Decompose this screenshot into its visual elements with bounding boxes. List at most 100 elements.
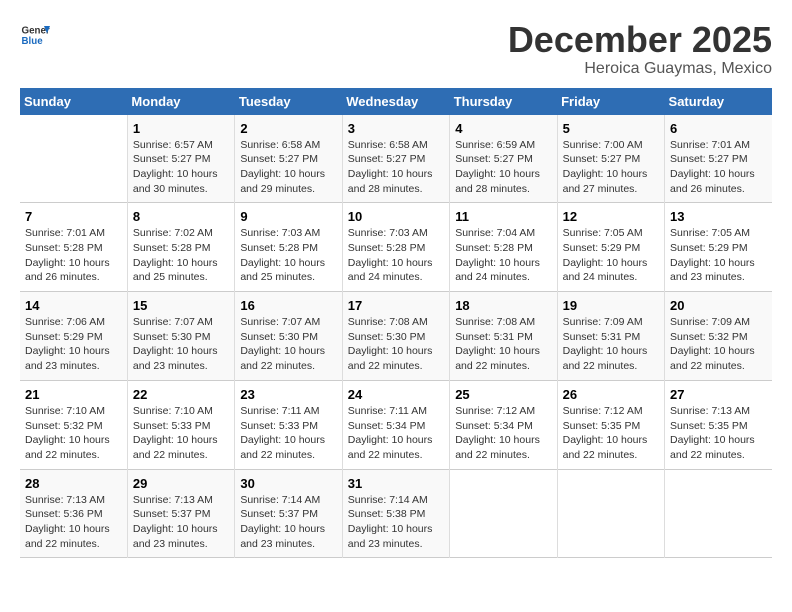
day-info: Sunrise: 7:13 AM Sunset: 5:37 PM Dayligh… xyxy=(133,493,229,552)
calendar-cell xyxy=(557,469,664,558)
day-number: 20 xyxy=(670,298,767,313)
calendar-cell: 26 Sunrise: 7:12 AM Sunset: 5:35 PM Dayli… xyxy=(557,380,664,469)
day-number: 28 xyxy=(25,476,122,491)
day-number: 26 xyxy=(563,387,659,402)
calendar-cell: 14 Sunrise: 7:06 AM Sunset: 5:29 PM Dayli… xyxy=(20,292,127,381)
day-info: Sunrise: 6:59 AM Sunset: 5:27 PM Dayligh… xyxy=(455,138,551,197)
day-number: 9 xyxy=(240,209,336,224)
calendar-week-5: 28 Sunrise: 7:13 AM Sunset: 5:36 PM Dayli… xyxy=(20,469,772,558)
day-number: 27 xyxy=(670,387,767,402)
day-number: 22 xyxy=(133,387,229,402)
day-info: Sunrise: 7:03 AM Sunset: 5:28 PM Dayligh… xyxy=(240,226,336,285)
calendar-cell: 8 Sunrise: 7:02 AM Sunset: 5:28 PM Daylig… xyxy=(127,203,234,292)
calendar-cell: 7 Sunrise: 7:01 AM Sunset: 5:28 PM Daylig… xyxy=(20,203,127,292)
day-number: 14 xyxy=(25,298,122,313)
day-number: 21 xyxy=(25,387,122,402)
day-info: Sunrise: 7:06 AM Sunset: 5:29 PM Dayligh… xyxy=(25,315,122,374)
day-info: Sunrise: 6:58 AM Sunset: 5:27 PM Dayligh… xyxy=(348,138,444,197)
day-info: Sunrise: 7:14 AM Sunset: 5:38 PM Dayligh… xyxy=(348,493,444,552)
calendar-cell xyxy=(20,115,127,203)
day-info: Sunrise: 7:03 AM Sunset: 5:28 PM Dayligh… xyxy=(348,226,444,285)
day-info: Sunrise: 7:11 AM Sunset: 5:33 PM Dayligh… xyxy=(240,404,336,463)
day-number: 11 xyxy=(455,209,551,224)
day-info: Sunrise: 7:02 AM Sunset: 5:28 PM Dayligh… xyxy=(133,226,229,285)
column-header-thursday: Thursday xyxy=(450,88,557,115)
day-number: 8 xyxy=(133,209,229,224)
calendar-cell: 27 Sunrise: 7:13 AM Sunset: 5:35 PM Dayli… xyxy=(665,380,772,469)
title-area: December 2025 Heroica Guaymas, Mexico xyxy=(508,20,772,78)
calendar-cell: 28 Sunrise: 7:13 AM Sunset: 5:36 PM Dayli… xyxy=(20,469,127,558)
calendar-cell: 30 Sunrise: 7:14 AM Sunset: 5:37 PM Dayli… xyxy=(235,469,342,558)
day-number: 30 xyxy=(240,476,336,491)
calendar-cell: 9 Sunrise: 7:03 AM Sunset: 5:28 PM Daylig… xyxy=(235,203,342,292)
day-number: 25 xyxy=(455,387,551,402)
day-number: 19 xyxy=(563,298,659,313)
day-info: Sunrise: 7:08 AM Sunset: 5:31 PM Dayligh… xyxy=(455,315,551,374)
day-number: 10 xyxy=(348,209,444,224)
day-info: Sunrise: 7:13 AM Sunset: 5:35 PM Dayligh… xyxy=(670,404,767,463)
day-info: Sunrise: 6:58 AM Sunset: 5:27 PM Dayligh… xyxy=(240,138,336,197)
day-number: 17 xyxy=(348,298,444,313)
calendar-cell: 1 Sunrise: 6:57 AM Sunset: 5:27 PM Daylig… xyxy=(127,115,234,203)
calendar-header-row: SundayMondayTuesdayWednesdayThursdayFrid… xyxy=(20,88,772,115)
day-info: Sunrise: 7:07 AM Sunset: 5:30 PM Dayligh… xyxy=(240,315,336,374)
day-info: Sunrise: 7:12 AM Sunset: 5:34 PM Dayligh… xyxy=(455,404,551,463)
calendar-cell: 31 Sunrise: 7:14 AM Sunset: 5:38 PM Dayli… xyxy=(342,469,449,558)
day-number: 24 xyxy=(348,387,444,402)
month-title: December 2025 xyxy=(508,20,772,60)
calendar-cell: 5Sunrise: 7:00 AM Sunset: 5:27 PM Daylig… xyxy=(557,115,664,203)
calendar-cell: 6Sunrise: 7:01 AM Sunset: 5:27 PM Daylig… xyxy=(665,115,772,203)
calendar-cell: 17Sunrise: 7:08 AM Sunset: 5:30 PM Dayli… xyxy=(342,292,449,381)
day-info: Sunrise: 7:12 AM Sunset: 5:35 PM Dayligh… xyxy=(563,404,659,463)
calendar-cell: 15 Sunrise: 7:07 AM Sunset: 5:30 PM Dayli… xyxy=(127,292,234,381)
column-header-friday: Friday xyxy=(557,88,664,115)
calendar-cell: 23Sunrise: 7:11 AM Sunset: 5:33 PM Dayli… xyxy=(235,380,342,469)
calendar-week-4: 21 Sunrise: 7:10 AM Sunset: 5:32 PM Dayli… xyxy=(20,380,772,469)
page-header: General Blue December 2025 Heroica Guaym… xyxy=(20,20,772,78)
calendar-cell: 3Sunrise: 6:58 AM Sunset: 5:27 PM Daylig… xyxy=(342,115,449,203)
calendar-table: SundayMondayTuesdayWednesdayThursdayFrid… xyxy=(20,88,772,559)
day-info: Sunrise: 7:01 AM Sunset: 5:28 PM Dayligh… xyxy=(25,226,122,285)
calendar-cell: 25 Sunrise: 7:12 AM Sunset: 5:34 PM Dayli… xyxy=(450,380,557,469)
day-info: Sunrise: 7:05 AM Sunset: 5:29 PM Dayligh… xyxy=(563,226,659,285)
day-info: Sunrise: 6:57 AM Sunset: 5:27 PM Dayligh… xyxy=(133,138,229,197)
day-number: 4 xyxy=(455,121,551,136)
calendar-cell: 11 Sunrise: 7:04 AM Sunset: 5:28 PM Dayli… xyxy=(450,203,557,292)
day-number: 31 xyxy=(348,476,444,491)
day-info: Sunrise: 7:09 AM Sunset: 5:32 PM Dayligh… xyxy=(670,315,767,374)
calendar-week-1: 1 Sunrise: 6:57 AM Sunset: 5:27 PM Daylig… xyxy=(20,115,772,203)
calendar-cell: 29 Sunrise: 7:13 AM Sunset: 5:37 PM Dayli… xyxy=(127,469,234,558)
logo-icon: General Blue xyxy=(20,20,50,50)
calendar-cell: 16 Sunrise: 7:07 AM Sunset: 5:30 PM Dayli… xyxy=(235,292,342,381)
day-info: Sunrise: 7:01 AM Sunset: 5:27 PM Dayligh… xyxy=(670,138,767,197)
calendar-cell xyxy=(665,469,772,558)
day-number: 2 xyxy=(240,121,336,136)
column-header-sunday: Sunday xyxy=(20,88,127,115)
day-info: Sunrise: 7:11 AM Sunset: 5:34 PM Dayligh… xyxy=(348,404,444,463)
calendar-cell: 10 Sunrise: 7:03 AM Sunset: 5:28 PM Dayli… xyxy=(342,203,449,292)
day-number: 13 xyxy=(670,209,767,224)
calendar-cell xyxy=(450,469,557,558)
svg-text:Blue: Blue xyxy=(22,36,44,47)
day-info: Sunrise: 7:13 AM Sunset: 5:36 PM Dayligh… xyxy=(25,493,122,552)
calendar-cell: 4 Sunrise: 6:59 AM Sunset: 5:27 PM Daylig… xyxy=(450,115,557,203)
location-title: Heroica Guaymas, Mexico xyxy=(508,60,772,78)
day-info: Sunrise: 7:04 AM Sunset: 5:28 PM Dayligh… xyxy=(455,226,551,285)
day-number: 15 xyxy=(133,298,229,313)
day-number: 1 xyxy=(133,121,229,136)
day-number: 29 xyxy=(133,476,229,491)
day-number: 16 xyxy=(240,298,336,313)
calendar-cell: 21 Sunrise: 7:10 AM Sunset: 5:32 PM Dayli… xyxy=(20,380,127,469)
day-number: 7 xyxy=(25,209,122,224)
column-header-saturday: Saturday xyxy=(665,88,772,115)
logo: General Blue xyxy=(20,20,50,50)
day-info: Sunrise: 7:10 AM Sunset: 5:32 PM Dayligh… xyxy=(25,404,122,463)
calendar-cell: 19Sunrise: 7:09 AM Sunset: 5:31 PM Dayli… xyxy=(557,292,664,381)
column-header-tuesday: Tuesday xyxy=(235,88,342,115)
calendar-cell: 18Sunrise: 7:08 AM Sunset: 5:31 PM Dayli… xyxy=(450,292,557,381)
day-info: Sunrise: 7:14 AM Sunset: 5:37 PM Dayligh… xyxy=(240,493,336,552)
day-info: Sunrise: 7:00 AM Sunset: 5:27 PM Dayligh… xyxy=(563,138,659,197)
calendar-cell: 2 Sunrise: 6:58 AM Sunset: 5:27 PM Daylig… xyxy=(235,115,342,203)
calendar-cell: 24 Sunrise: 7:11 AM Sunset: 5:34 PM Dayli… xyxy=(342,380,449,469)
day-info: Sunrise: 7:07 AM Sunset: 5:30 PM Dayligh… xyxy=(133,315,229,374)
